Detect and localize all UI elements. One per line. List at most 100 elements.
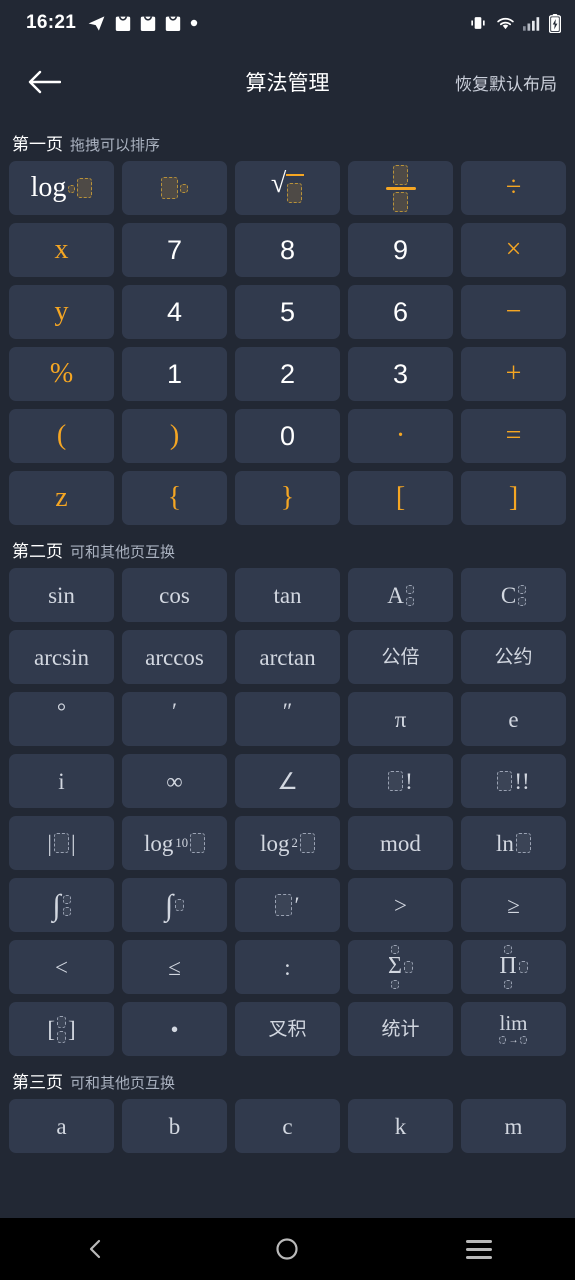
constant-k-key[interactable]: k — [348, 1099, 453, 1153]
absolute-value-key[interactable]: | | — [9, 816, 114, 870]
nav-home-button[interactable] — [252, 1226, 322, 1272]
placeholder-box — [57, 1015, 66, 1028]
placeholder-box — [62, 906, 71, 916]
section-title: 第一页 — [12, 135, 63, 154]
divide-key[interactable]: ÷ — [461, 161, 566, 215]
ratio-key[interactable]: : — [235, 940, 340, 994]
summation-key[interactable]: Σ — [348, 940, 453, 994]
digit-9-key[interactable]: 9 — [348, 223, 453, 277]
greater-equal-key[interactable]: ≥ — [461, 878, 566, 932]
restore-default-layout-button[interactable]: 恢复默认布局 — [455, 70, 557, 95]
power-key[interactable] — [122, 161, 227, 215]
digit-7-key[interactable]: 7 — [122, 223, 227, 277]
paren-open-key[interactable]: ( — [9, 409, 114, 463]
shopping-bag-icon — [165, 16, 181, 31]
back-button[interactable] — [22, 60, 66, 104]
nav-recents-icon — [466, 1239, 493, 1259]
log-base-key[interactable]: log — [9, 161, 114, 215]
less-equal-key[interactable]: ≤ — [122, 940, 227, 994]
constant-b-key[interactable]: b — [122, 1099, 227, 1153]
indefinite-integral-key[interactable]: ∫ — [122, 878, 227, 932]
log2-key[interactable]: log 2 — [235, 816, 340, 870]
constant-a-key[interactable]: a — [9, 1099, 114, 1153]
log10-key[interactable]: log 10 — [122, 816, 227, 870]
section-subtitle: 可和其他页互换 — [70, 544, 176, 561]
angle-key[interactable]: ∠ — [235, 754, 340, 808]
nav-recents-button[interactable] — [444, 1226, 514, 1272]
placeholder-box — [77, 178, 93, 198]
less-than-key[interactable]: < — [9, 940, 114, 994]
minus-key[interactable]: − — [461, 285, 566, 339]
section-header: 第二页 可和其他页互换 — [0, 525, 575, 568]
plus-key[interactable]: + — [461, 347, 566, 401]
arctan-key[interactable]: arctan — [235, 630, 340, 684]
cos-key[interactable]: cos — [122, 568, 227, 622]
percent-key[interactable]: % — [9, 347, 114, 401]
arcminute-key[interactable]: ′ — [122, 692, 227, 746]
euler-e-key[interactable]: e — [461, 692, 566, 746]
constant-m-key[interactable]: m — [461, 1099, 566, 1153]
permutation-key[interactable]: A — [348, 568, 453, 622]
combination-key[interactable]: C — [461, 568, 566, 622]
digit-3-key[interactable]: 3 — [348, 347, 453, 401]
placeholder-box — [515, 833, 531, 853]
sqrt-key[interactable]: √ — [235, 161, 340, 215]
pi-key[interactable]: π — [348, 692, 453, 746]
statistics-key[interactable]: 统计 — [348, 1002, 453, 1056]
status-bar: 16:21 — [0, 0, 575, 46]
degree-key[interactable]: ° — [9, 692, 114, 746]
battery-charging-icon — [549, 13, 561, 33]
digit-0-key[interactable]: 0 — [235, 409, 340, 463]
mod-key[interactable]: mod — [348, 816, 453, 870]
placeholder-box — [520, 1036, 528, 1044]
nav-back-button[interactable] — [61, 1226, 131, 1272]
tan-key[interactable]: tan — [235, 568, 340, 622]
double-factorial-key[interactable]: !! — [461, 754, 566, 808]
placeholder-box — [180, 184, 188, 194]
sin-key[interactable]: sin — [9, 568, 114, 622]
section-title: 第二页 — [12, 542, 63, 561]
digit-2-key[interactable]: 2 — [235, 347, 340, 401]
digit-8-key[interactable]: 8 — [235, 223, 340, 277]
arccos-key[interactable]: arccos — [122, 630, 227, 684]
placeholder-box — [518, 961, 528, 973]
imaginary-unit-key[interactable]: i — [9, 754, 114, 808]
cross-product-key[interactable]: 叉积 — [235, 1002, 340, 1056]
placeholder-box — [57, 1030, 66, 1043]
constant-c-key[interactable]: c — [235, 1099, 340, 1153]
gcd-key[interactable]: 公约 — [461, 630, 566, 684]
equals-key[interactable]: = — [461, 409, 566, 463]
derivative-key[interactable]: ′ — [235, 878, 340, 932]
matrix-key[interactable]: [] — [9, 1002, 114, 1056]
bracket-close-key[interactable]: ] — [461, 471, 566, 525]
greater-than-key[interactable]: > — [348, 878, 453, 932]
variable-x-key[interactable]: x — [9, 223, 114, 277]
variable-y-key[interactable]: y — [9, 285, 114, 339]
infinity-key[interactable]: ∞ — [122, 754, 227, 808]
bracket-open-key[interactable]: [ — [348, 471, 453, 525]
digit-5-key[interactable]: 5 — [235, 285, 340, 339]
definite-integral-key[interactable]: ∫ — [9, 878, 114, 932]
multiply-key[interactable]: × — [461, 223, 566, 277]
section-header: 第三页 可和其他页互换 — [0, 1056, 575, 1099]
vibrate-icon — [471, 17, 485, 29]
decimal-point-key[interactable]: · — [348, 409, 453, 463]
arcsin-key[interactable]: arcsin — [9, 630, 114, 684]
brace-close-key[interactable]: } — [235, 471, 340, 525]
digit-4-key[interactable]: 4 — [122, 285, 227, 339]
digit-1-key[interactable]: 1 — [122, 347, 227, 401]
factorial-key[interactable]: ! — [348, 754, 453, 808]
lcm-key[interactable]: 公倍 — [348, 630, 453, 684]
limit-key[interactable]: lim → — [461, 1002, 566, 1056]
natural-log-key[interactable]: ln — [461, 816, 566, 870]
dot-product-key[interactable]: • — [122, 1002, 227, 1056]
fraction-key[interactable] — [348, 161, 453, 215]
digit-6-key[interactable]: 6 — [348, 285, 453, 339]
paren-close-key[interactable]: ) — [122, 409, 227, 463]
placeholder-box — [497, 771, 513, 791]
variable-z-key[interactable]: z — [9, 471, 114, 525]
arcsecond-key[interactable]: ″ — [235, 692, 340, 746]
brace-open-key[interactable]: { — [122, 471, 227, 525]
product-key[interactable]: Π — [461, 940, 566, 994]
section-subtitle: 拖拽可以排序 — [70, 137, 161, 154]
